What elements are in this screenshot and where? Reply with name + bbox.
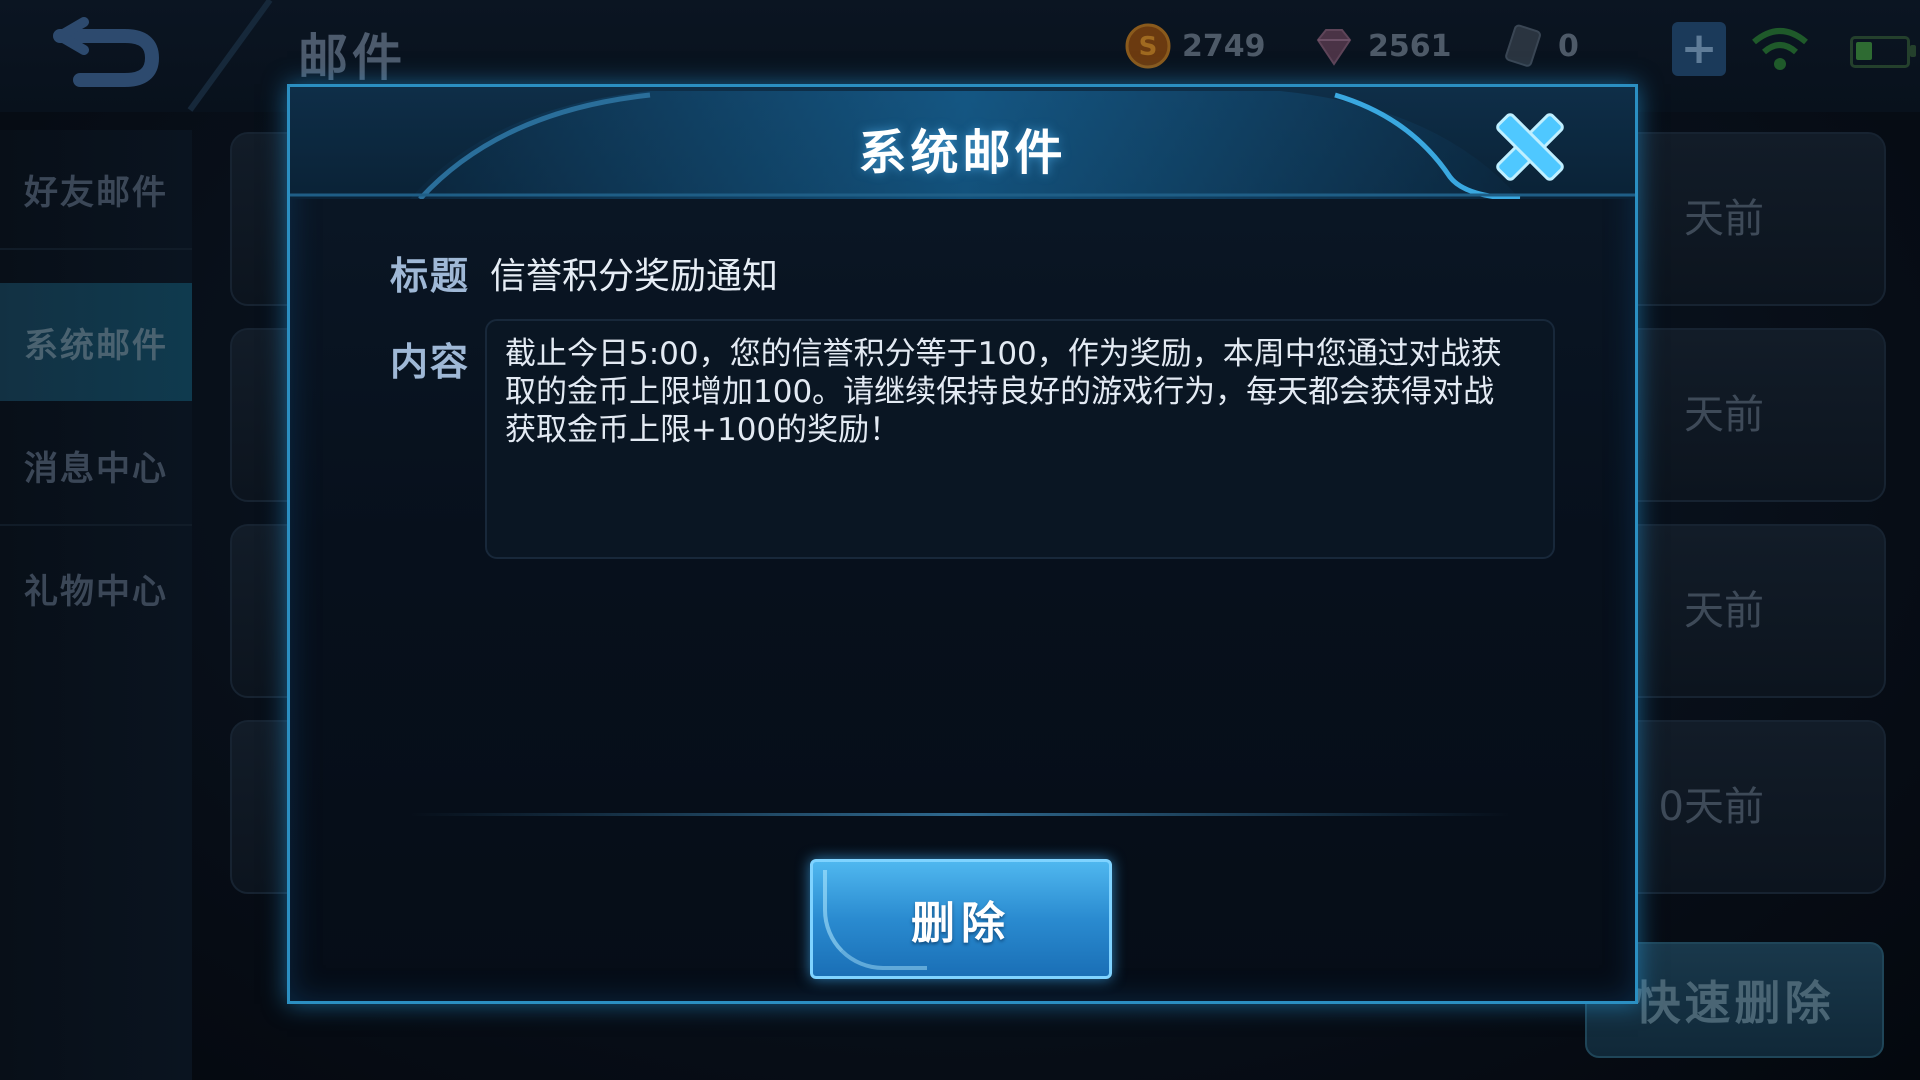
ticket-icon — [1505, 24, 1541, 67]
dialog-divider — [410, 813, 1510, 816]
sidebar-divider — [0, 524, 192, 526]
mail-time: 天前 — [1684, 588, 1764, 634]
diamond-amount: 2561 — [1368, 28, 1452, 64]
ticket-amount: 0 — [1558, 28, 1579, 64]
dialog-title: 系统邮件 — [858, 125, 1067, 181]
header-slant-decoration — [187, 0, 273, 112]
mail-time: 天前 — [1684, 392, 1764, 438]
delete-button[interactable]: 删除 — [810, 859, 1112, 979]
back-button[interactable] — [40, 16, 170, 96]
subject-label: 标题 — [390, 254, 471, 298]
back-arrow-icon — [53, 17, 160, 87]
diamond-icon — [1316, 29, 1352, 66]
sidebar-item-friend-mail[interactable]: 好友邮件 — [0, 130, 192, 248]
system-mail-dialog: 系统邮件 标题 信誉积分奖励通知 内容 截止今日5:00，您的信誉积分等于100… — [287, 84, 1638, 1004]
ticket-counter: 0 — [1500, 22, 1579, 70]
sidebar-divider — [0, 248, 192, 250]
mail-time: 0天前 — [1658, 784, 1764, 830]
dialog-header: 系统邮件 — [290, 87, 1635, 199]
add-currency-button[interactable]: + — [1672, 22, 1726, 76]
svg-text:S: S — [1139, 32, 1158, 62]
close-icon — [1496, 113, 1564, 181]
delete-button-label: 删除 — [911, 898, 1011, 949]
mail-content-box[interactable]: 截止今日5:00，您的信誉积分等于100，作为奖励，本周中您通过对战获取的金币上… — [485, 319, 1555, 559]
sidebar-item-system-mail[interactable]: 系统邮件 — [0, 283, 192, 401]
wifi-icon — [1752, 28, 1808, 70]
close-button[interactable] — [1488, 105, 1572, 189]
battery-icon — [1850, 36, 1916, 68]
mail-content-text: 截止今日5:00，您的信誉积分等于100，作为奖励，本周中您通过对战获取的金币上… — [505, 336, 1502, 448]
sidebar-item-gift-center[interactable]: 礼物中心 — [0, 529, 192, 647]
gold-coin-icon: S — [1125, 23, 1171, 69]
content-label: 内容 — [390, 340, 471, 384]
gold-amount: 2749 — [1182, 28, 1266, 64]
page-title: 邮件 — [298, 29, 406, 87]
mail-subject: 信誉积分奖励通知 — [490, 256, 779, 297]
mail-time: 天前 — [1684, 196, 1764, 242]
diamond-counter: 2561 — [1310, 22, 1452, 70]
sidebar-item-message-center[interactable]: 消息中心 — [0, 406, 192, 524]
mail-category-sidebar: 好友邮件 系统邮件 消息中心 礼物中心 — [0, 130, 192, 1080]
gold-counter: S 2749 — [1124, 22, 1266, 70]
